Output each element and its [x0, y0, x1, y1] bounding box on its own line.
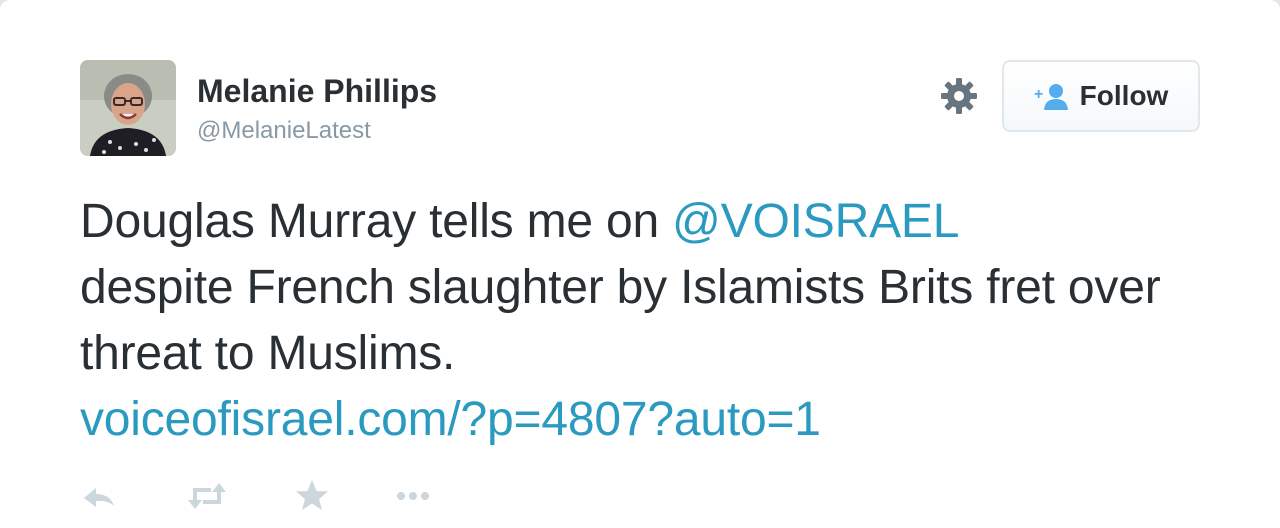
mention-link[interactable]: @VOISRAEL: [672, 195, 959, 248]
follow-button[interactable]: + Follow: [1002, 60, 1200, 132]
display-name[interactable]: Melanie Phillips: [197, 73, 437, 110]
add-person-icon: +: [1034, 82, 1070, 110]
avatar-image: [80, 60, 176, 156]
reply-icon[interactable]: [80, 476, 120, 516]
tweet-text: Douglas Murray tells me on @VOISRAEL des…: [80, 189, 1220, 453]
tweet-text-body: despite French slaughter by Islamists Br…: [80, 261, 1161, 380]
retweet-icon[interactable]: [185, 476, 226, 516]
follow-label: Follow: [1079, 80, 1169, 111]
gear-icon[interactable]: [939, 76, 979, 116]
avatar[interactable]: [80, 60, 176, 156]
screen-name[interactable]: @MelanieLatest: [197, 117, 371, 145]
tweet-card: Melanie Phillips @MelanieLatest + Follow…: [0, 0, 1280, 528]
more-icon[interactable]: [393, 476, 433, 516]
svg-text:+: +: [1034, 86, 1043, 103]
favorite-icon[interactable]: [292, 476, 332, 516]
url-link[interactable]: voiceofisrael.com/?p=4807?auto=1: [80, 393, 821, 446]
tweet-text-intro: Douglas Murray tells me on: [80, 195, 673, 248]
